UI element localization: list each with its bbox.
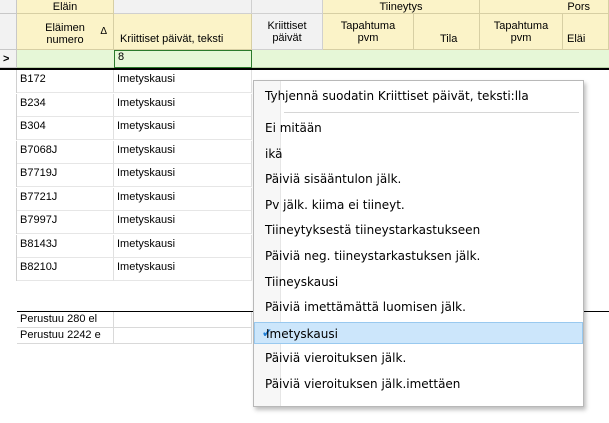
- menu-item[interactable]: Pv jälk. kiima ei tiineyt.: [254, 194, 583, 216]
- row-selector[interactable]: [0, 258, 17, 281]
- column-header-pors-tapahtuma[interactable]: Tapahtuma pvm: [480, 14, 563, 50]
- menu-item-label: Päiviä imettämättä luomisen jälk.: [265, 300, 466, 315]
- filter-cell-elaimen-numero[interactable]: [17, 50, 114, 68]
- row-selector[interactable]: [0, 70, 17, 93]
- cell-kriittiset-teksti[interactable]: Imetyskausi: [114, 187, 252, 211]
- menu-item-label: Päiviä vieroituksen jälk.: [265, 351, 407, 366]
- cell-elaimen-numero[interactable]: B304: [17, 117, 114, 140]
- column-header-text: Tila: [440, 33, 458, 45]
- cell-elaimen-numero[interactable]: B172: [17, 70, 114, 93]
- menu-item-clear-filter[interactable]: Tyhjennä suodatin Kriittiset päivät, tek…: [254, 85, 583, 107]
- row-selector[interactable]: [0, 117, 17, 140]
- group-header-elain: Eläin: [17, 0, 114, 14]
- group-header-blank-1: [114, 0, 252, 14]
- column-header-label: Eläimen numero Δ: [23, 22, 107, 46]
- menu-item-label: ikä: [265, 146, 283, 161]
- row-selector[interactable]: [0, 164, 17, 187]
- menu-item-label: Päiviä vieroituksen jälk.imettäen: [265, 377, 461, 391]
- cell-elaimen-numero[interactable]: B7068J: [17, 140, 114, 164]
- column-header-pors-elaimen[interactable]: Eläi: [563, 14, 609, 50]
- menu-item[interactable]: Päiviä sisääntulon jälk.: [254, 168, 583, 190]
- sort-ascending-icon: Δ: [100, 26, 107, 37]
- filter-cell-rest[interactable]: [252, 50, 609, 68]
- column-header-text: Tapahtuma pvm: [340, 20, 396, 44]
- cell-elaimen-numero[interactable]: B7721J: [17, 187, 114, 211]
- cell-elaimen-numero[interactable]: B7997J: [17, 211, 114, 234]
- row-selector[interactable]: [0, 140, 17, 164]
- cell-elaimen-numero[interactable]: B7719J: [17, 164, 114, 187]
- column-header-text: Eläimen numero: [45, 22, 85, 46]
- menu-item-label: Päiviä neg. tiineystarkastuksen jälk.: [265, 249, 481, 263]
- cell-kriittiset-teksti[interactable]: Imetyskausi: [114, 234, 252, 258]
- cell-kriittiset-teksti[interactable]: Imetyskausi: [114, 70, 252, 93]
- column-header-text: Tapahtuma pvm: [493, 20, 549, 44]
- menu-item-label: Päiviä sisääntulon jälk.: [265, 172, 402, 187]
- column-header-text: Kriittiset päivät: [267, 20, 307, 44]
- menu-item[interactable]: Päiviä vieroituksen jälk.imettäen: [254, 373, 583, 395]
- footer-summary-1: Perustuu 280 el: [17, 312, 114, 328]
- menu-item-label: Tiineyskausi: [265, 274, 339, 289]
- column-header-text: Kriittiset päivät, teksti: [120, 33, 224, 45]
- menu-item[interactable]: Tiineyskausi: [254, 271, 583, 293]
- column-header-kriittiset-paivat[interactable]: Kriittiset päivät: [252, 14, 323, 50]
- group-header-tiineytys: Tiineytys: [323, 0, 480, 14]
- row-indicator: >: [0, 50, 17, 68]
- cell-kriittiset-teksti[interactable]: Imetyskausi: [114, 117, 252, 140]
- footer-blank-2: [114, 328, 252, 344]
- cell-kriittiset-teksti[interactable]: Imetyskausi: [114, 211, 252, 234]
- filter-dropdown-menu: Tyhjennä suodatin Kriittiset päivät, tek…: [253, 80, 584, 407]
- menu-item[interactable]: Päiviä imettämättä luomisen jälk.: [254, 296, 583, 318]
- row-selector[interactable]: [0, 234, 17, 258]
- row-selector-colheader: [0, 14, 17, 50]
- group-header-blank-2: [252, 0, 323, 14]
- menu-item[interactable]: Päiviä neg. tiineystarkastuksen jälk.: [254, 245, 583, 267]
- cell-elaimen-numero[interactable]: B8210J: [17, 258, 114, 281]
- menu-item-label: Tyhjennä suodatin Kriittiset päivät, tek…: [265, 89, 529, 103]
- menu-item-label: Imetyskausi: [266, 326, 338, 341]
- menu-item[interactable]: ✔ Imetyskausi: [254, 321, 583, 344]
- cell-elaimen-numero[interactable]: B234: [17, 93, 114, 117]
- cell-kriittiset-teksti[interactable]: Imetyskausi: [114, 258, 252, 281]
- menu-separator: [284, 112, 579, 113]
- footer-summary-2: Perustuu 2242 e: [17, 328, 114, 344]
- menu-item-label: Ei mitään: [265, 121, 322, 135]
- row-selector[interactable]: [0, 211, 17, 234]
- cell-kriittiset-teksti[interactable]: Imetyskausi: [114, 93, 252, 117]
- filter-input-kriittiset-teksti[interactable]: 8: [114, 50, 252, 68]
- menu-item-label: Pv jälk. kiima ei tiineyt.: [265, 197, 405, 212]
- cell-kriittiset-teksti[interactable]: Imetyskausi: [114, 164, 252, 187]
- menu-item[interactable]: Päiviä vieroituksen jälk.: [254, 347, 583, 369]
- menu-item[interactable]: Ei mitään: [254, 117, 583, 139]
- menu-item-label: Tiineytyksestä tiineystarkastukseen: [265, 223, 481, 238]
- column-header-tiineytys-tila[interactable]: Tila: [414, 14, 480, 50]
- group-header-pors: Pors: [480, 0, 609, 14]
- row-selector[interactable]: [0, 187, 17, 211]
- column-header-text: Eläi: [567, 33, 586, 45]
- row-selector[interactable]: [0, 93, 17, 117]
- cell-elaimen-numero[interactable]: B8143J: [17, 234, 114, 258]
- column-header-elaimen-numero[interactable]: Eläimen numero Δ: [17, 14, 114, 50]
- menu-item[interactable]: ikä: [254, 143, 583, 165]
- footer-blank-1: [114, 312, 252, 328]
- row-selector-header: [0, 0, 17, 14]
- cell-kriittiset-teksti[interactable]: Imetyskausi: [114, 140, 252, 164]
- column-header-kriittiset-teksti[interactable]: Kriittiset päivät, teksti: [114, 14, 252, 50]
- column-header-tiineytys-tapahtuma[interactable]: Tapahtuma pvm: [323, 14, 414, 50]
- menu-item[interactable]: Tiineytyksestä tiineystarkastukseen: [254, 219, 583, 241]
